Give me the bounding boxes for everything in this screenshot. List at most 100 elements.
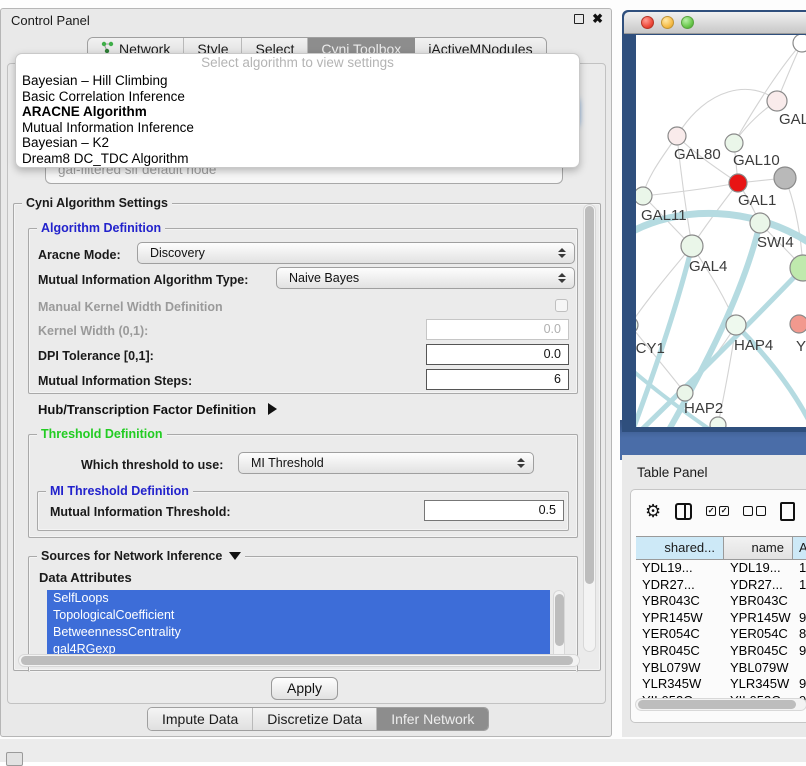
network-node[interactable] (668, 127, 686, 145)
network-window-titlebar[interactable] (624, 12, 806, 34)
list-item[interactable]: TopologicalCoefficient (47, 607, 550, 624)
tab-infer-network[interactable]: Infer Network (377, 708, 488, 730)
network-node[interactable] (681, 235, 703, 257)
table-toolbar: ⚙ ✓✓ (645, 500, 795, 522)
settings-group-title: Cyni Algorithm Settings (22, 196, 172, 210)
table-panel-body: ⚙ ✓✓ shared... name A YDL19... YD (630, 489, 806, 723)
network-node[interactable] (790, 315, 806, 333)
network-canvas[interactable]: GAL80 GAL10 GAL1 GAL11 SWI4 GAL4 HAP4 HA… (636, 35, 806, 427)
node-label-swi4: SWI4 (757, 234, 794, 251)
settings-vertical-scrollbar[interactable] (583, 204, 596, 652)
float-window-icon[interactable] (574, 14, 584, 24)
zoom-traffic-light-icon[interactable] (681, 16, 694, 29)
network-node[interactable] (793, 35, 806, 52)
node-label-gal80: GAL80 (674, 146, 721, 163)
threshold-definition-group: Threshold Definition Which threshold to … (28, 434, 578, 538)
network-node-selected[interactable] (729, 174, 747, 192)
cell: YBR043C (724, 593, 793, 610)
algorithm-option[interactable]: Mutual Information Inference (16, 120, 579, 136)
network-node[interactable] (750, 213, 770, 233)
close-icon[interactable]: ✖ (592, 11, 603, 27)
list-item[interactable]: SelfLoops (47, 590, 550, 607)
data-attributes-list[interactable]: SelfLoops TopologicalCoefficient Between… (47, 590, 550, 662)
dpi-tolerance-label: DPI Tolerance [0,1]: (38, 349, 154, 363)
manual-kernel-width-checkbox[interactable] (555, 299, 568, 312)
apply-button[interactable]: Apply (271, 677, 338, 700)
expand-arrow-icon (268, 403, 277, 415)
settings-horizontal-scrollbar[interactable] (18, 654, 580, 667)
minimize-traffic-light-icon[interactable] (661, 16, 674, 29)
cell: YPR145W (724, 610, 793, 627)
collapse-arrow-icon (229, 552, 241, 560)
node-label-gal1: GAL1 (738, 192, 776, 209)
network-node[interactable] (725, 134, 743, 152)
table-header-row: shared... name A (636, 536, 806, 560)
mi-algorithm-type-combo[interactable]: Naive Bayes (276, 267, 575, 289)
network-node[interactable] (710, 417, 726, 427)
tab-impute-data[interactable]: Impute Data (148, 708, 253, 730)
algorithm-option-selected[interactable]: ARACNE Algorithm (16, 104, 579, 120)
table-row[interactable]: YBL079W YBL079W (636, 660, 806, 677)
cell: YLR345W (724, 676, 793, 693)
network-node[interactable] (636, 317, 638, 333)
combo-arrows-icon (516, 458, 525, 468)
column-header-cropped[interactable]: A (793, 537, 806, 559)
algorithm-option[interactable]: Bayesian – K2 (16, 135, 579, 151)
tab-discretize-data[interactable]: Discretize Data (253, 708, 377, 730)
table-horizontal-scrollbar[interactable] (635, 698, 806, 711)
which-threshold-combo[interactable]: MI Threshold (238, 452, 534, 474)
node-table: shared... name A YDL19... YDL19... 13 YD… (636, 536, 806, 686)
algorithm-option[interactable]: Dream8 DC_TDC Algorithm (16, 151, 579, 167)
mi-threshold-input[interactable]: 0.5 (424, 500, 564, 521)
control-panel-title: Control Panel (11, 13, 90, 28)
document-icon[interactable] (780, 502, 795, 521)
network-node[interactable] (774, 167, 796, 189)
table-row[interactable]: YBR043C YBR043C (636, 593, 806, 610)
deselect-all-columns-icon[interactable] (743, 506, 766, 516)
aracne-mode-combo[interactable]: Discovery (137, 242, 575, 264)
table-row[interactable]: YPR145W YPR145W 9. (636, 610, 806, 627)
columns-icon[interactable] (675, 503, 692, 520)
kernel-width-input[interactable]: 0.0 (426, 319, 569, 340)
node-label-hap2: HAP2 (684, 400, 723, 417)
cell: YBR045C (636, 643, 724, 660)
algorithm-placeholder: Select algorithm to view settings (16, 54, 579, 73)
table-row[interactable]: YER054C YER054C 8. (636, 626, 806, 643)
algorithm-dropdown-popup: Select algorithm to view settings Bayesi… (15, 53, 580, 168)
select-all-columns-icon[interactable]: ✓✓ (706, 506, 729, 516)
table-row[interactable]: YDR27... YDR27... 12 (636, 577, 806, 594)
cell: 8. (793, 626, 806, 643)
cell: 13 (793, 560, 806, 577)
algorithm-option[interactable]: Bayesian – Hill Climbing (16, 73, 579, 89)
node-label-gal11: GAL11 (641, 207, 687, 224)
restore-panel-icon[interactable] (6, 752, 23, 766)
network-node[interactable] (767, 91, 787, 111)
mi-steps-label: Mutual Information Steps: (38, 374, 192, 388)
table-panel-title: Table Panel (637, 465, 708, 480)
aracne-mode-value: Discovery (150, 246, 557, 260)
network-node[interactable] (726, 315, 746, 335)
hub-factor-section[interactable]: Hub/Transcription Factor Definition (38, 402, 277, 417)
table-row[interactable]: YBR045C YBR045C 9. (636, 643, 806, 660)
sources-title-row[interactable]: Sources for Network Inference (37, 549, 245, 563)
column-header-shared-name[interactable]: shared... (636, 537, 724, 559)
network-node[interactable] (677, 385, 693, 401)
which-threshold-label: Which threshold to use: (81, 458, 223, 472)
algorithm-option[interactable]: Basic Correlation Inference (16, 89, 579, 105)
table-row[interactable]: YLR345W YLR345W 9. (636, 676, 806, 693)
close-traffic-light-icon[interactable] (641, 16, 654, 29)
list-scrollbar[interactable] (553, 590, 565, 662)
application-screen: Control Panel ✖ Network Style (0, 0, 806, 762)
column-header-name[interactable]: name (724, 537, 793, 559)
cyni-algorithm-settings-group: Cyni Algorithm Settings Algorithm Defini… (13, 203, 601, 671)
cell: 12 (793, 577, 806, 594)
mi-threshold-group: MI Threshold Definition Mutual Informati… (37, 491, 569, 531)
cell: YBL079W (724, 660, 793, 677)
dpi-tolerance-input[interactable]: 0.0 (426, 344, 569, 365)
network-node[interactable] (636, 187, 652, 205)
cell: YER054C (724, 626, 793, 643)
gear-icon[interactable]: ⚙ (645, 501, 661, 521)
list-item[interactable]: BetweennessCentrality (47, 624, 550, 641)
mi-steps-input[interactable]: 6 (426, 369, 569, 390)
table-row[interactable]: YDL19... YDL19... 13 (636, 560, 806, 577)
